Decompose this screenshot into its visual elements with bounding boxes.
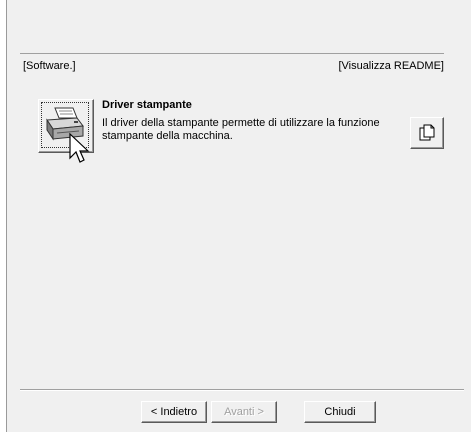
software-column-header: [Software.] <box>23 60 76 72</box>
view-readme-button[interactable] <box>410 117 444 149</box>
back-button[interactable]: < Indietro <box>141 401 207 423</box>
mouse-pointer-icon <box>69 132 90 163</box>
readme-column-header: [Visualizza README] <box>338 60 444 72</box>
software-entry-printer-driver: Driver stampante Il driver della stampan… <box>38 99 448 159</box>
installer-window: [Software.] [Visualizza README] Driver s… <box>0 0 471 432</box>
document-icon <box>419 124 435 141</box>
entry-title: Driver stampante <box>102 99 192 111</box>
entry-description: Il driver della stampante permette di ut… <box>102 117 380 142</box>
close-button[interactable]: Chiudi <box>304 401 376 423</box>
footer-divider <box>20 389 464 390</box>
header-divider <box>20 53 444 54</box>
next-button: Avanti > <box>211 401 277 423</box>
